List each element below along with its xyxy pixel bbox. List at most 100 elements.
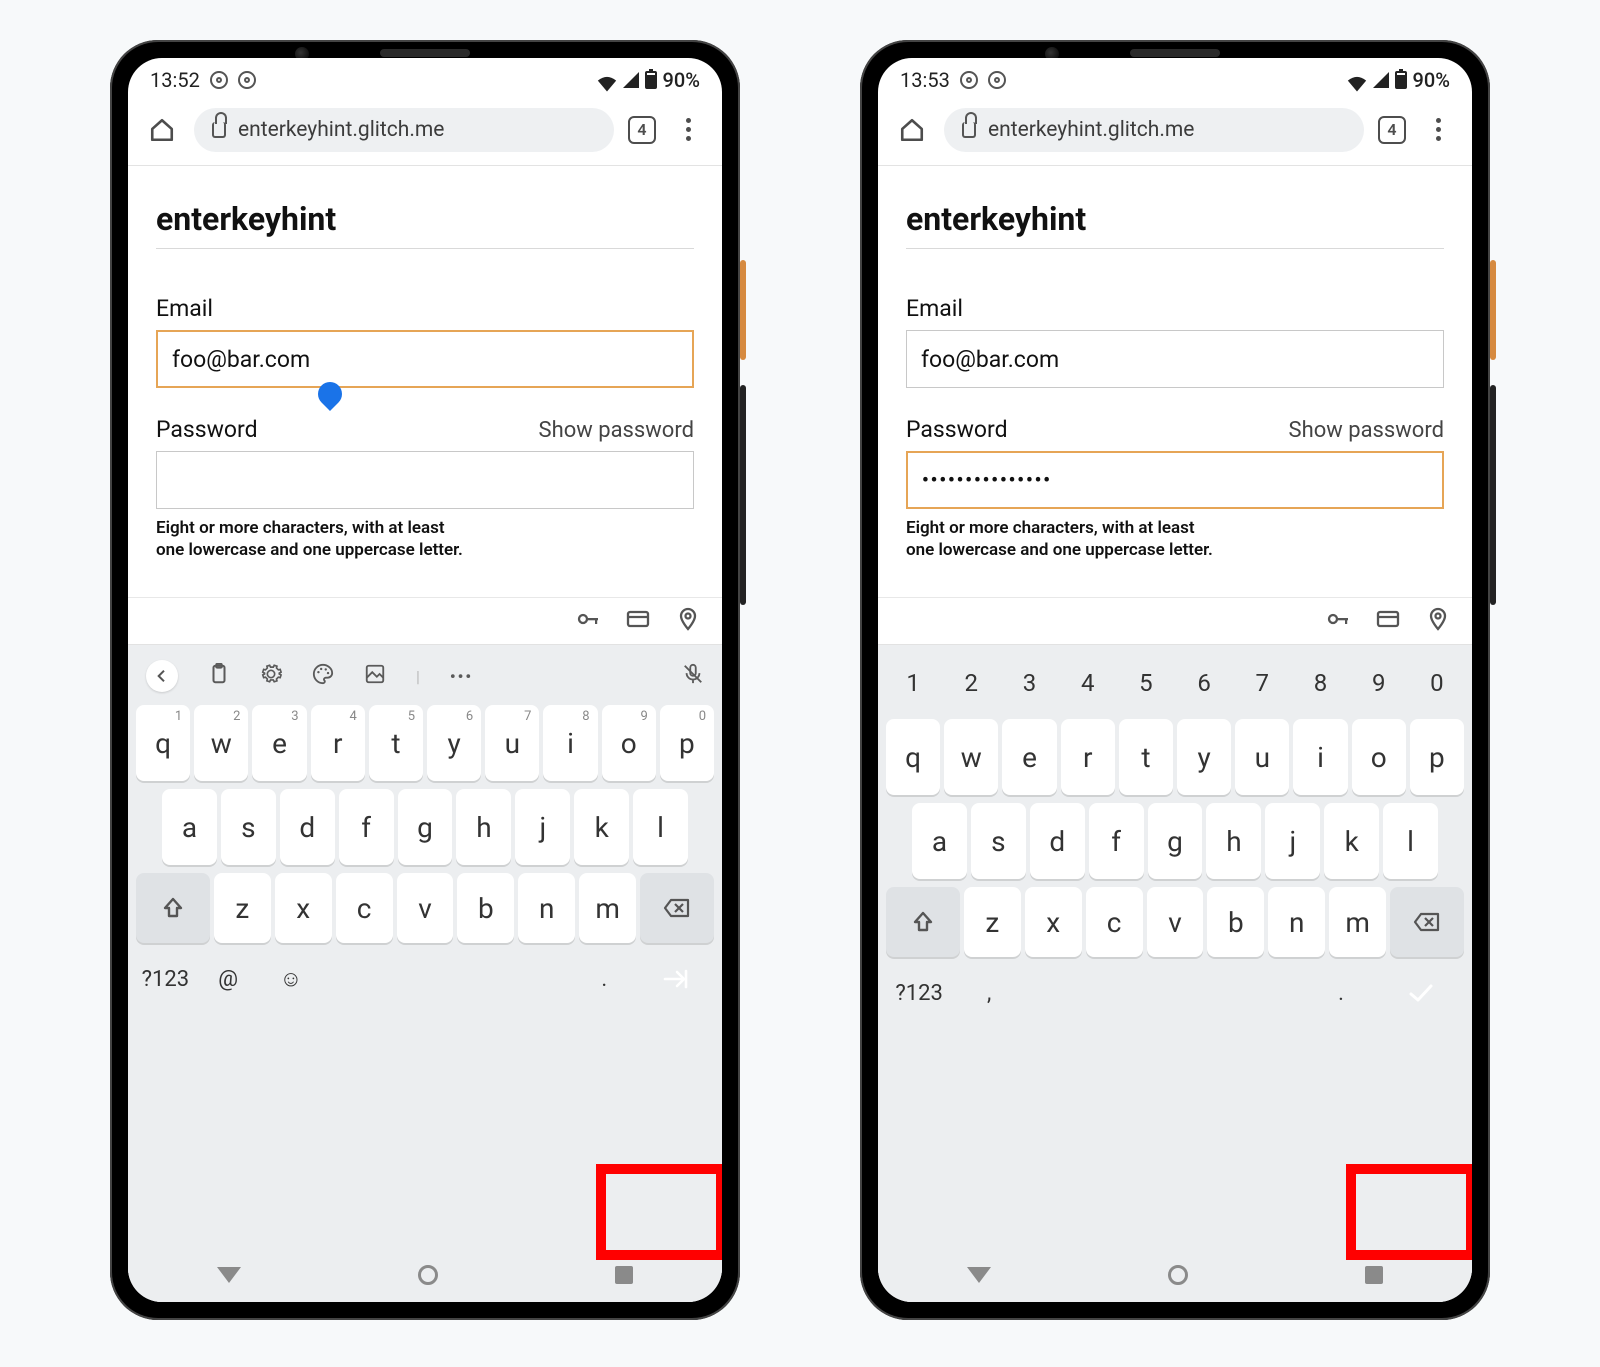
key-4[interactable]: 4 <box>1061 655 1115 711</box>
nav-back-icon[interactable] <box>967 1267 991 1283</box>
shift-key[interactable] <box>136 873 210 943</box>
address-bar[interactable]: enterkeyhint.glitch.me <box>194 108 614 152</box>
show-password-toggle[interactable]: Show password <box>1289 418 1444 443</box>
key-e[interactable]: e <box>1002 719 1056 795</box>
enter-done-key[interactable] <box>1378 965 1464 1021</box>
key-2[interactable]: 2 <box>944 655 998 711</box>
key-s[interactable]: s <box>971 803 1026 879</box>
key-p[interactable]: p <box>1410 719 1464 795</box>
symbols-key[interactable]: ?123 <box>886 965 952 1021</box>
key-c[interactable]: c <box>336 873 393 943</box>
credit-card-icon[interactable] <box>626 607 650 635</box>
key-d[interactable]: d <box>1030 803 1085 879</box>
key-m[interactable]: m <box>1329 887 1386 957</box>
period-key[interactable]: . <box>1308 965 1374 1021</box>
key-c[interactable]: c <box>1086 887 1143 957</box>
key-n[interactable]: n <box>518 873 575 943</box>
key-k[interactable]: k <box>1324 803 1379 879</box>
location-pin-icon[interactable] <box>676 607 700 635</box>
gear-icon[interactable] <box>260 663 282 689</box>
key-i[interactable]: i8 <box>543 705 597 781</box>
key-t[interactable]: t <box>1119 719 1173 795</box>
spacebar-key[interactable] <box>324 951 571 1007</box>
location-pin-icon[interactable] <box>1426 607 1450 635</box>
palette-icon[interactable] <box>312 663 334 689</box>
tab-switcher-button[interactable]: 4 <box>1378 116 1406 144</box>
key-q[interactable]: q1 <box>136 705 190 781</box>
emoji-key[interactable]: ☺ <box>261 951 320 1007</box>
key-j[interactable]: j <box>1265 803 1320 879</box>
key-i[interactable]: i <box>1293 719 1347 795</box>
key-u[interactable]: u <box>1235 719 1289 795</box>
key-y[interactable]: y <box>1177 719 1231 795</box>
more-icon[interactable]: ••• <box>450 667 473 686</box>
nav-home-icon[interactable] <box>1168 1265 1188 1285</box>
address-bar[interactable]: enterkeyhint.glitch.me <box>944 108 1364 152</box>
key-s[interactable]: s <box>221 789 276 865</box>
key-r[interactable]: r4 <box>311 705 365 781</box>
key-w[interactable]: w <box>944 719 998 795</box>
key-y[interactable]: y6 <box>427 705 481 781</box>
key-b[interactable]: b <box>457 873 514 943</box>
tab-switcher-button[interactable]: 4 <box>628 116 656 144</box>
show-password-toggle[interactable]: Show password <box>539 418 694 443</box>
home-icon[interactable] <box>144 112 180 148</box>
password-key-icon[interactable] <box>576 607 600 635</box>
key-n[interactable]: n <box>1268 887 1325 957</box>
key-p[interactable]: p0 <box>660 705 714 781</box>
key-z[interactable]: z <box>964 887 1021 957</box>
key-g[interactable]: g <box>1148 803 1203 879</box>
password-key-icon[interactable] <box>1326 607 1350 635</box>
key-7[interactable]: 7 <box>1235 655 1289 711</box>
symbols-key[interactable]: ?123 <box>136 951 195 1007</box>
key-x[interactable]: x <box>1025 887 1082 957</box>
key-9[interactable]: 9 <box>1352 655 1406 711</box>
password-input[interactable] <box>156 451 694 509</box>
key-t[interactable]: t5 <box>369 705 423 781</box>
backspace-key[interactable] <box>1390 887 1464 957</box>
email-input[interactable] <box>906 330 1444 388</box>
home-icon[interactable] <box>894 112 930 148</box>
comma-key[interactable]: , <box>956 965 1022 1021</box>
overflow-menu-icon[interactable] <box>670 112 706 148</box>
key-u[interactable]: u7 <box>485 705 539 781</box>
overflow-menu-icon[interactable] <box>1420 112 1456 148</box>
key-o[interactable]: o <box>1352 719 1406 795</box>
key-5[interactable]: 5 <box>1119 655 1173 711</box>
key-o[interactable]: o9 <box>602 705 656 781</box>
password-input[interactable] <box>906 451 1444 509</box>
key-v[interactable]: v <box>397 873 454 943</box>
nav-recents-icon[interactable] <box>1365 1266 1383 1284</box>
backspace-key[interactable] <box>640 873 714 943</box>
key-h[interactable]: h <box>1206 803 1261 879</box>
key-1[interactable]: 1 <box>886 655 940 711</box>
spacebar-key[interactable] <box>1026 965 1304 1021</box>
key-z[interactable]: z <box>214 873 271 943</box>
key-e[interactable]: e3 <box>252 705 306 781</box>
key-0[interactable]: 0 <box>1410 655 1464 711</box>
chevron-left-icon[interactable] <box>146 660 178 692</box>
key-j[interactable]: j <box>515 789 570 865</box>
key-r[interactable]: r <box>1061 719 1115 795</box>
key-b[interactable]: b <box>1207 887 1264 957</box>
key-q[interactable]: q <box>886 719 940 795</box>
nav-home-icon[interactable] <box>418 1265 438 1285</box>
key-f[interactable]: f <box>339 789 394 865</box>
at-key[interactable]: @ <box>199 951 258 1007</box>
key-8[interactable]: 8 <box>1293 655 1347 711</box>
key-v[interactable]: v <box>1147 887 1204 957</box>
nav-recents-icon[interactable] <box>615 1266 633 1284</box>
key-a[interactable]: a <box>162 789 217 865</box>
key-h[interactable]: h <box>456 789 511 865</box>
credit-card-icon[interactable] <box>1376 607 1400 635</box>
key-6[interactable]: 6 <box>1177 655 1231 711</box>
key-f[interactable]: f <box>1089 803 1144 879</box>
mic-off-icon[interactable] <box>682 663 704 689</box>
shift-key[interactable] <box>886 887 960 957</box>
key-m[interactable]: m <box>579 873 636 943</box>
period-key[interactable]: . <box>575 951 634 1007</box>
key-w[interactable]: w2 <box>194 705 248 781</box>
clipboard-icon[interactable] <box>208 663 230 689</box>
key-d[interactable]: d <box>280 789 335 865</box>
key-g[interactable]: g <box>398 789 453 865</box>
